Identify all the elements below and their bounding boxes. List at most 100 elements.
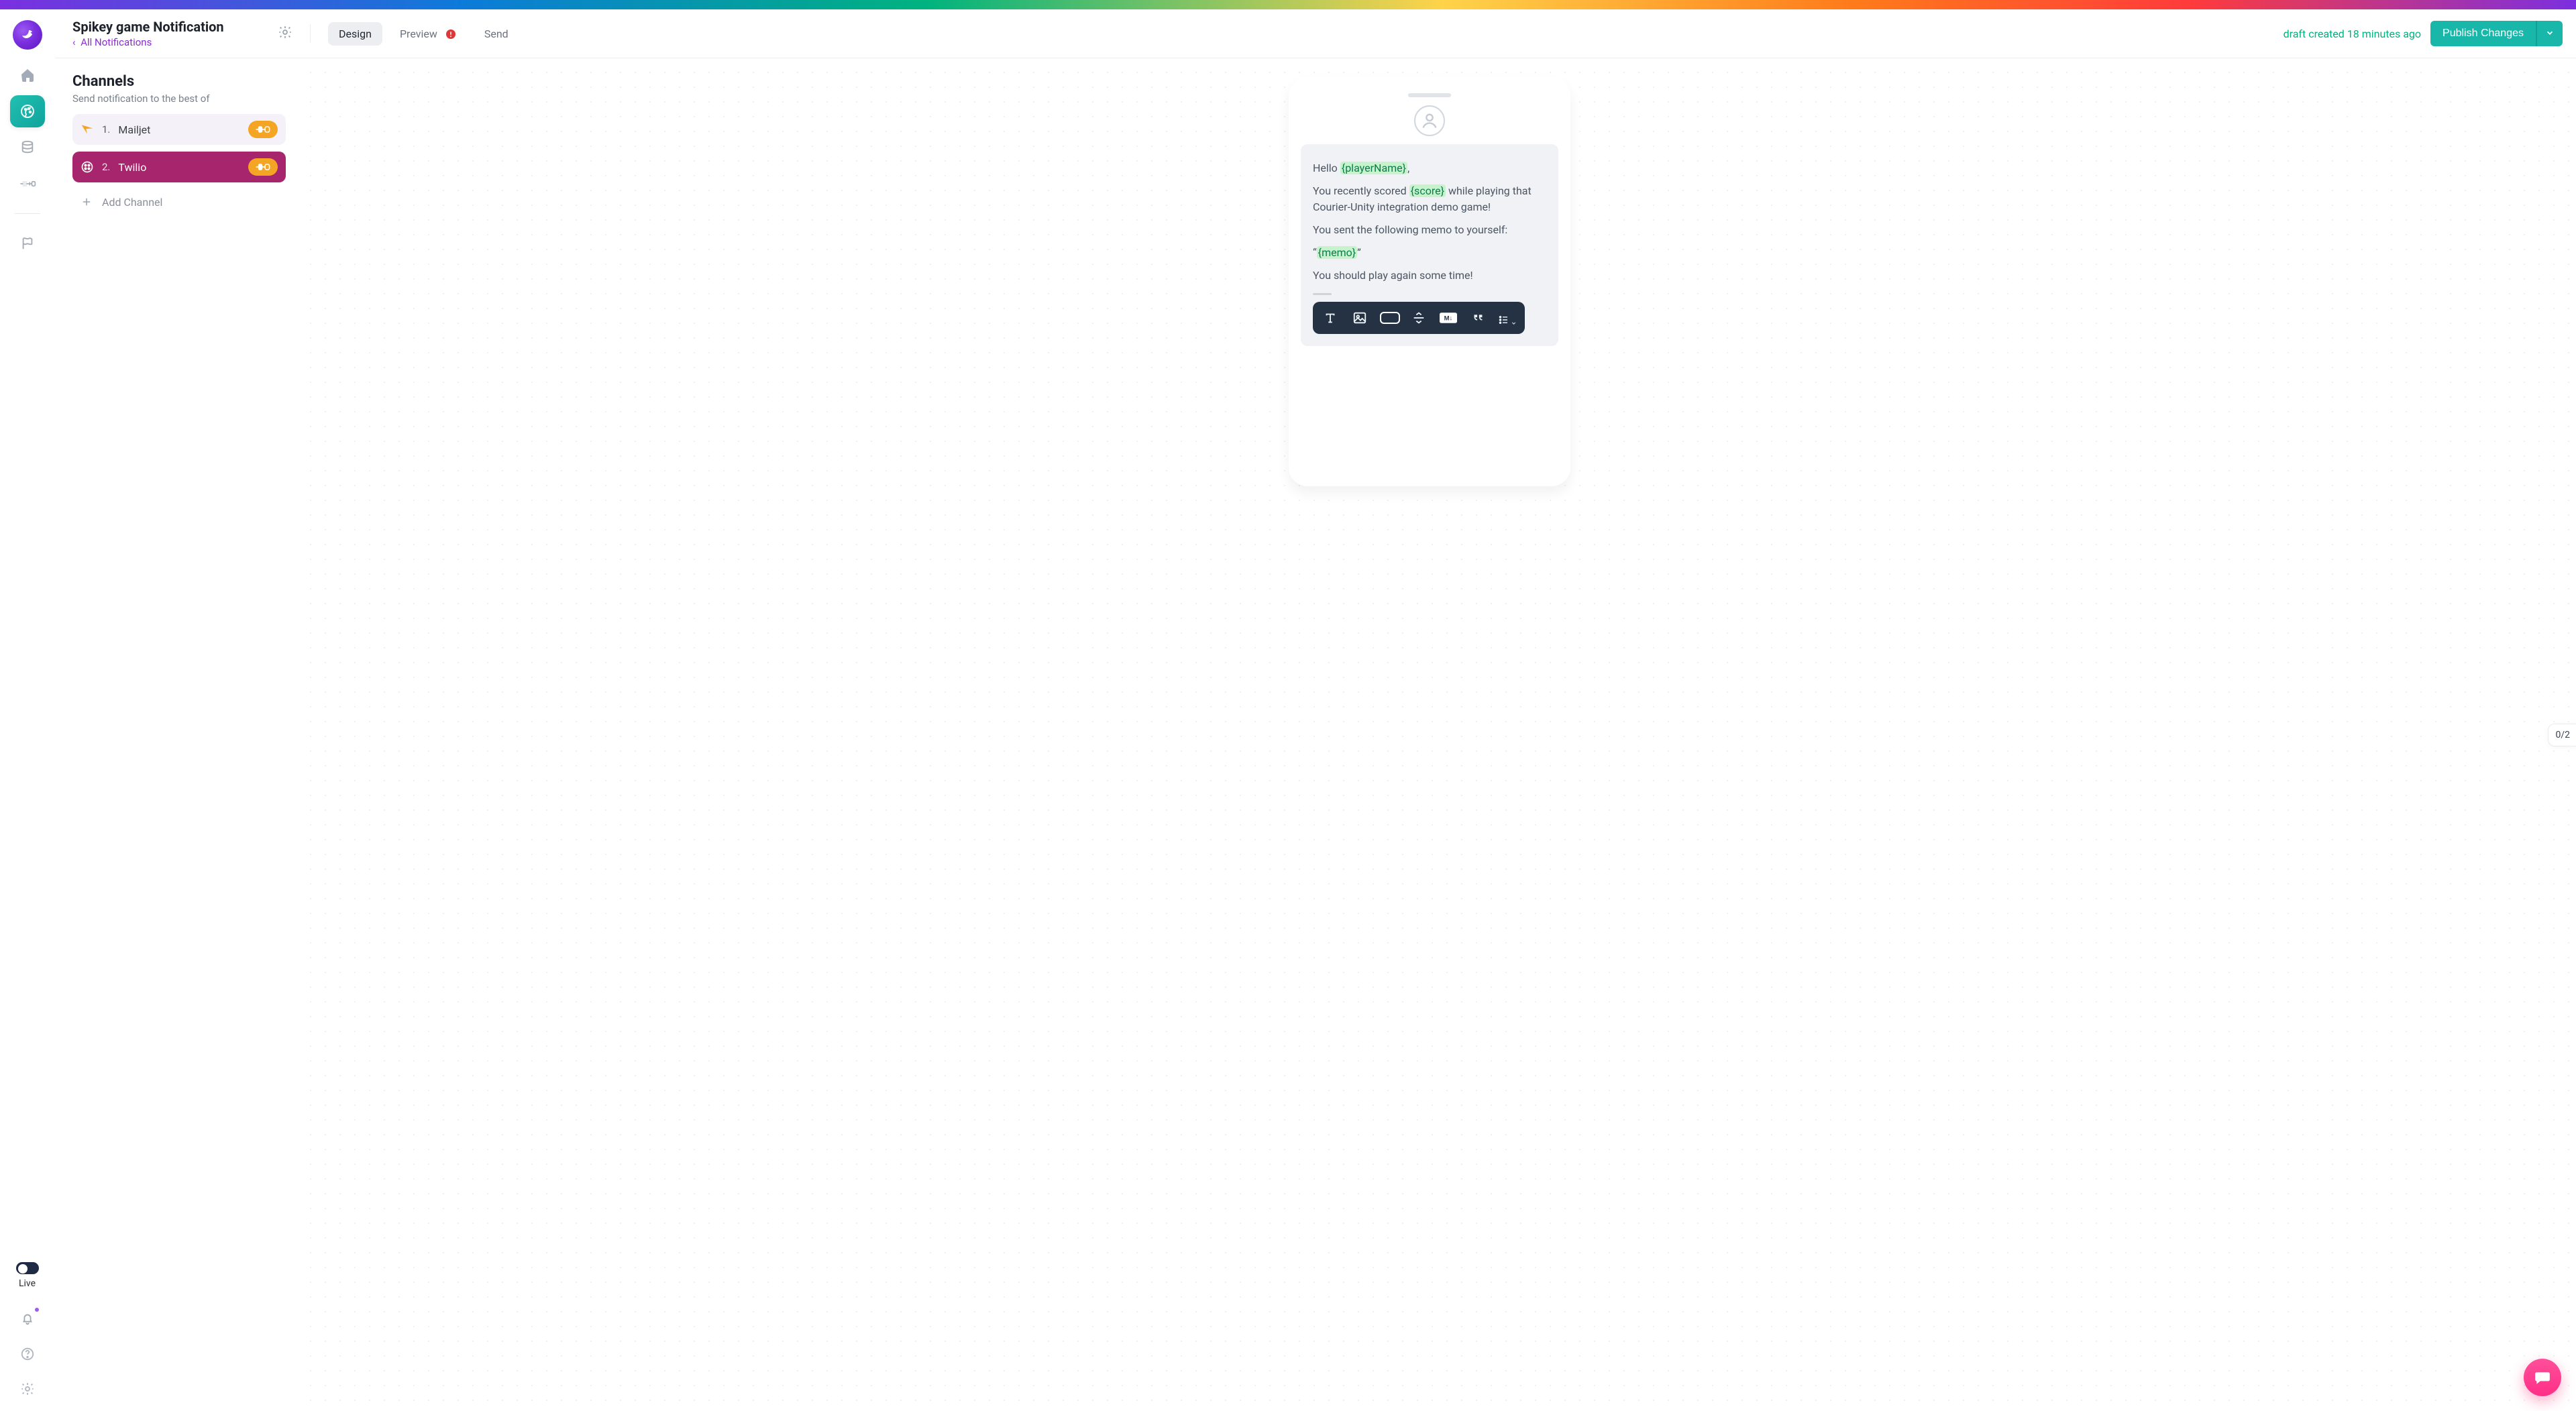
channel-plug-toggle[interactable] [248,121,278,138]
channels-panel: Channels Send notification to the best o… [55,58,297,1411]
text: Hello [1313,162,1340,174]
markdown-icon: M↓ [1440,312,1457,324]
help-icon [20,1347,35,1361]
variable-score: {score} [1409,184,1446,197]
message-card[interactable]: Hello {playerName}, You recently scored … [1301,144,1558,346]
tab-preview[interactable]: Preview [389,22,467,46]
text: You recently scored [1313,184,1409,197]
bell-icon [20,1312,35,1327]
channel-row-mailjet[interactable]: 1. Mailjet [72,114,286,145]
toggle-switch[interactable] [16,1262,39,1274]
add-channel-label: Add Channel [102,196,162,209]
device-preview: Hello {playerName}, You recently scored … [1289,77,1570,486]
toolbar-quote[interactable] [1468,308,1487,327]
warning-badge-icon [445,29,456,40]
tab-preview-label: Preview [400,27,437,40]
channel-row-twilio[interactable]: 2. Twilio [72,152,286,182]
variable-memo: {memo} [1317,246,1358,259]
channels-subtitle: Send notification to the best of [72,93,286,105]
database-icon [20,140,35,155]
publish-dropdown[interactable] [2536,21,2563,46]
title-block: Spikey game Notification ‹ All Notificat… [72,19,260,48]
channel-plug-toggle[interactable] [248,158,278,176]
message-line-1: Hello {playerName}, [1313,160,1546,176]
sidebar-item-flags[interactable] [10,227,45,260]
topbar-divider [310,24,311,43]
sidebar-help[interactable] [16,1343,39,1365]
image-icon [1352,311,1367,325]
mailjet-icon [80,123,94,136]
phone-speaker-bar [1408,93,1451,97]
message-divider [1313,293,1332,295]
chat-launcher[interactable] [2524,1359,2561,1396]
quote-open: “ [1313,246,1317,259]
user-icon [1420,111,1439,130]
notification-dot [34,1306,40,1313]
quote-icon [1470,311,1485,325]
sidebar-settings[interactable] [16,1377,39,1400]
sidebar-separator [15,213,40,214]
back-to-all-link[interactable]: ‹ All Notifications [72,36,260,48]
toolbar-list[interactable] [1498,308,1517,327]
rich-text-toolbar: M↓ [1313,302,1525,334]
text-icon [1323,311,1338,325]
brand-logo[interactable] [13,20,42,50]
page-title: Spikey game Notification [72,19,260,35]
plug-icon [254,124,272,135]
sidebar-item-data[interactable] [10,131,45,164]
bird-icon [19,27,36,43]
live-label: Live [19,1278,36,1289]
toolbar-image[interactable] [1350,308,1369,327]
gear-icon [278,25,292,40]
toolbar-text[interactable] [1321,308,1340,327]
avatar-placeholder [1414,105,1445,136]
chat-icon [2534,1369,2551,1386]
chevron-left-icon: ‹ [72,36,76,48]
tab-send[interactable]: Send [474,22,519,46]
text: , [1407,162,1409,174]
message-line-2: You recently scored {score} while playin… [1313,183,1546,215]
channel-index: 2. [102,161,110,173]
toolbar-markdown[interactable]: M↓ [1439,308,1458,327]
live-toggle[interactable]: Live [16,1262,39,1289]
notification-settings-button[interactable] [278,25,292,42]
plus-icon [79,194,94,209]
svg-text:M↓: M↓ [1444,315,1453,322]
plug-icon [254,162,272,172]
variable-playerName: {playerName} [1340,162,1407,174]
channel-index: 1. [102,123,110,135]
twilio-icon [80,160,94,174]
message-line-3: You sent the following memo to yourself: [1313,222,1546,238]
tab-design[interactable]: Design [328,22,382,46]
sidebar-item-home[interactable] [10,59,45,91]
sidebar: Live [0,9,55,1411]
design-canvas: Hello {playerName}, You recently scored … [297,58,2576,1411]
publish-button-group: Publish Changes [2430,21,2563,46]
block-counter[interactable]: 0/2 [2548,724,2576,746]
chevron-down-icon [1511,319,1517,327]
sidebar-notifications[interactable] [16,1308,39,1331]
sidebar-item-design[interactable] [10,95,45,127]
plug-icon [19,177,36,190]
channels-heading: Channels [72,73,286,90]
channel-label: Mailjet [118,123,150,136]
publish-button[interactable]: Publish Changes [2430,21,2536,46]
toolbar-divider[interactable] [1409,308,1428,327]
back-label: All Notifications [80,36,152,48]
gear-icon [20,1381,35,1396]
quote-close: ” [1357,246,1361,259]
draft-status: draft created 18 minutes ago [2284,27,2421,40]
topbar: Spikey game Notification ‹ All Notificat… [55,9,2576,58]
flag-icon [20,236,35,251]
list-icon [1498,313,1509,327]
divider-icon [1411,311,1426,325]
sidebar-item-integrations[interactable] [10,168,45,200]
view-tabs: Design Preview Send [328,22,519,46]
message-line-4: “{memo}” [1313,245,1546,261]
button-icon [1380,312,1400,324]
channel-label: Twilio [118,161,146,174]
chevron-down-icon [2545,28,2555,38]
toolbar-button[interactable] [1380,308,1399,327]
home-icon [19,67,36,83]
add-channel-button[interactable]: Add Channel [72,189,286,215]
